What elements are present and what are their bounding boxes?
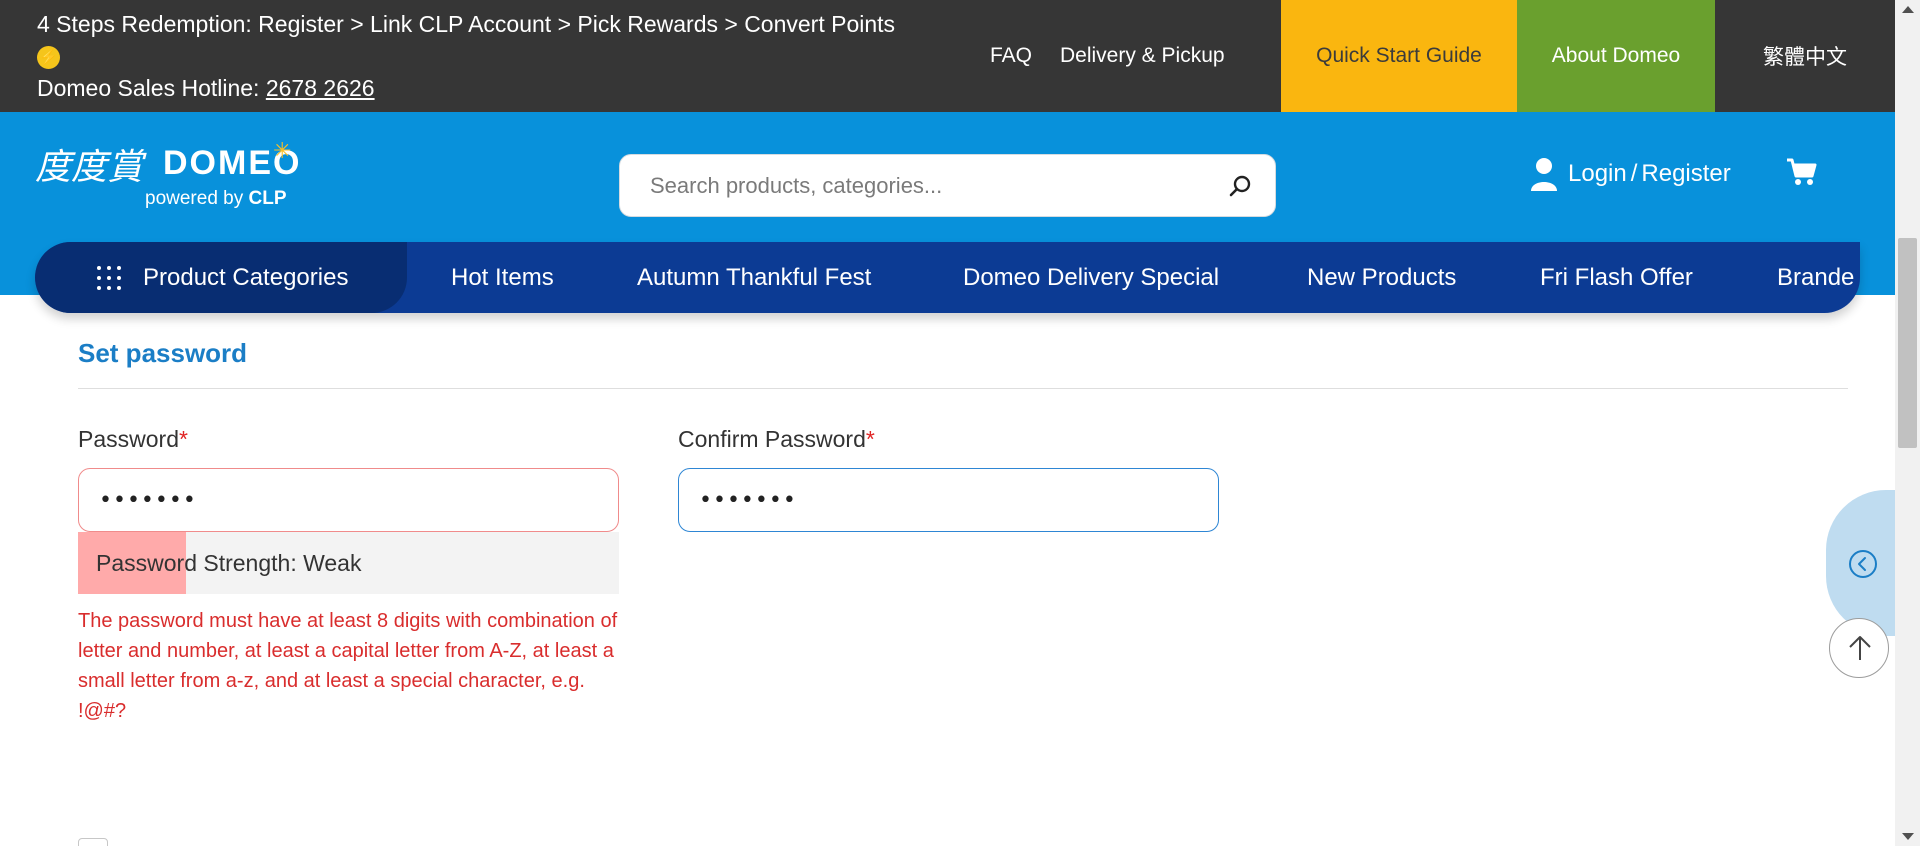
login-link[interactable]: Login	[1568, 160, 1627, 188]
scroll-up-arrow[interactable]	[1902, 6, 1914, 13]
hotline-label: Domeo Sales Hotline:	[37, 75, 266, 101]
password-input[interactable]	[79, 469, 618, 531]
top-bar: 4 Steps Redemption: Register > Link CLP …	[0, 0, 1895, 112]
product-categories-label: Product Categories	[143, 263, 349, 291]
password-error-message: The password must have at least 8 digits…	[78, 610, 618, 722]
nav-item-hot-items[interactable]: Hot Items	[451, 242, 554, 313]
domeo-logo[interactable]: 度度賞 DOMEO ✳ powered by CLP	[35, 138, 305, 218]
user-icon	[1531, 158, 1557, 191]
page: 4 Steps Redemption: Register > Link CLP …	[0, 0, 1920, 846]
search-box	[619, 154, 1276, 217]
register-link[interactable]: Register	[1641, 160, 1730, 188]
quick-start-guide-label: Quick Start Guide	[1316, 44, 1482, 67]
confirm-password-label: Confirm Password*	[678, 426, 875, 453]
logo-powered-by: powered by CLP	[145, 188, 287, 210]
strength-text: Password Strength: Weak	[96, 550, 362, 576]
promo-text: 4 Steps Redemption: Register > Link CLP …	[37, 11, 896, 37]
confirm-password-field-wrapper	[678, 468, 1219, 532]
confirm-password-label-text: Confirm Password	[678, 426, 866, 452]
nav-item-fri-flash-offer[interactable]: Fri Flash Offer	[1540, 242, 1693, 313]
password-label: Password*	[78, 426, 188, 453]
about-domeo-button[interactable]: About Domeo	[1517, 0, 1715, 112]
nav-item-brande[interactable]: Brande	[1777, 242, 1854, 313]
scrollbar-thumb[interactable]	[1898, 238, 1917, 448]
sales-hotline: Domeo Sales Hotline: 2678 2626	[37, 72, 375, 104]
section-title: Set password	[78, 338, 248, 368]
delivery-pickup-link[interactable]: Delivery & Pickup	[1060, 44, 1225, 68]
agreement-checkbox[interactable]	[78, 838, 108, 846]
search-input[interactable]	[650, 155, 1210, 216]
back-to-top-button[interactable]	[1829, 618, 1889, 678]
language-switch[interactable]: 繁體中文	[1715, 0, 1895, 112]
powered-prefix: powered by	[145, 188, 249, 209]
password-strength-meter: Password Strength: Weak	[78, 532, 619, 594]
password-field-wrapper	[78, 468, 619, 532]
grid-icon	[97, 265, 121, 290]
nav-item-new-products[interactable]: New Products	[1307, 242, 1456, 313]
chevron-left-circle-icon	[1849, 550, 1877, 578]
quick-start-guide-button[interactable]: Quick Start Guide	[1281, 0, 1517, 112]
hotline-number-link[interactable]: 2678 2626	[266, 75, 375, 101]
required-mark: *	[865, 426, 875, 452]
faq-link[interactable]: FAQ	[990, 44, 1032, 68]
scroll-down-arrow[interactable]	[1902, 833, 1914, 840]
set-password-section: Set password Password* Confirm Password*…	[0, 313, 1895, 846]
search-icon[interactable]	[1227, 173, 1253, 199]
about-domeo-label: About Domeo	[1551, 44, 1681, 67]
product-categories-button[interactable]: Product Categories	[35, 242, 407, 313]
powered-brand: CLP	[248, 188, 287, 209]
section-divider	[78, 388, 1848, 389]
nav-item-autumn-thankful-fest[interactable]: Autumn Thankful Fest	[637, 242, 871, 313]
main-nav: Product Categories Hot Items Autumn Than…	[35, 242, 1860, 313]
cart-icon[interactable]	[1786, 156, 1818, 188]
arrow-up-icon	[1849, 636, 1871, 660]
page-scrollbar[interactable]	[1895, 0, 1920, 846]
language-label: 繁體中文	[1763, 46, 1847, 69]
required-mark: *	[178, 426, 188, 452]
nav-item-domeo-delivery-special[interactable]: Domeo Delivery Special	[963, 242, 1219, 313]
lightning-icon: ⚡	[37, 46, 60, 70]
password-label-text: Password	[78, 426, 179, 452]
logo-sun-icon: ✳	[273, 138, 292, 163]
login-register: Login / Register	[1530, 154, 1731, 194]
login-separator: /	[1630, 160, 1638, 187]
logo-chinese-text: 度度賞	[35, 147, 144, 188]
promo-banner[interactable]: 4 Steps Redemption: Register > Link CLP …	[37, 8, 987, 72]
confirm-password-input[interactable]	[679, 469, 1218, 531]
